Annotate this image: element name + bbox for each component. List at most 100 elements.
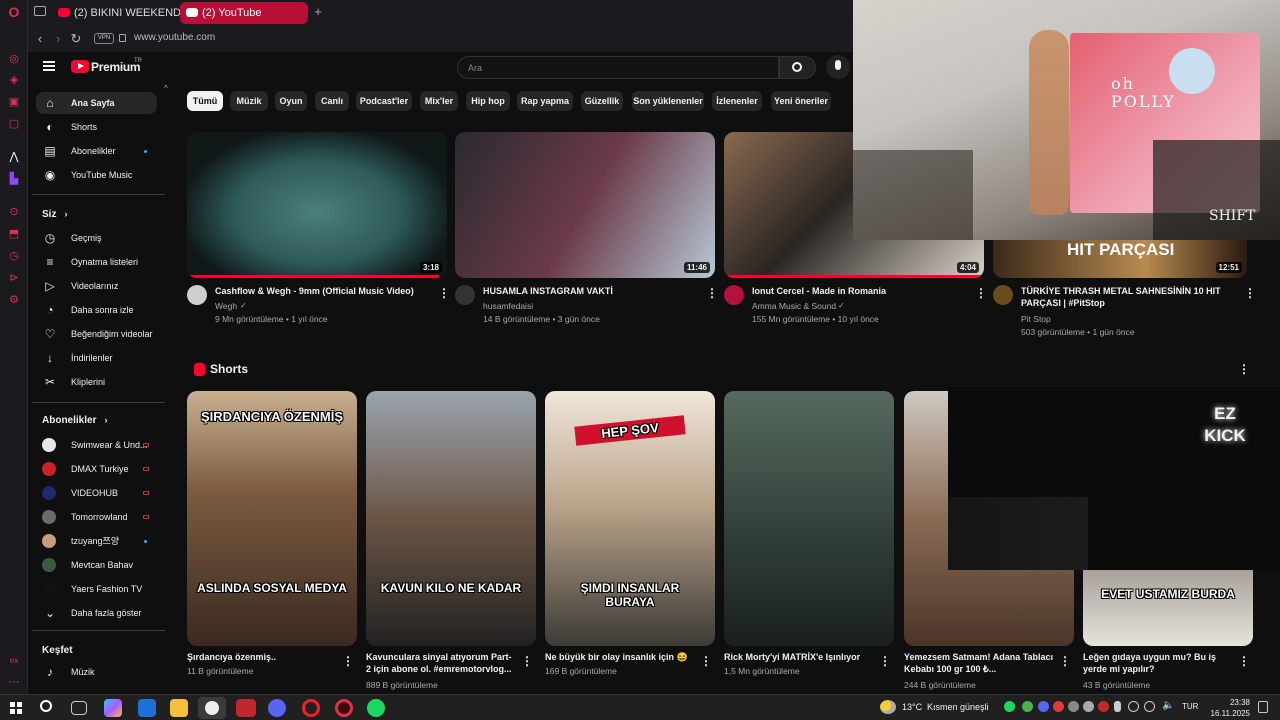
sidebar-subscriptions-heading[interactable]: Abonelikler › [42,415,107,426]
microphone-tray-icon[interactable] [1114,701,1121,712]
video-thumbnail[interactable]: 11:46 [455,132,715,278]
video-title[interactable]: Ionut Cercel - Made in Romania [752,285,972,297]
channel-avatar[interactable] [993,285,1013,305]
obs-icon[interactable] [198,697,226,719]
sidebar-item-download[interactable]: ↓ İndirilenler [36,347,157,369]
shorts-menu-icon[interactable]: ⋮ [1238,363,1250,375]
tab-bikini-weekend[interactable]: (2) BIKINI WEEKEND wate [52,2,198,24]
video-menu-icon[interactable]: ⋮ [1244,287,1256,299]
new-tab-button[interactable]: + [311,5,325,19]
chip-all[interactable]: Tümü [187,91,223,111]
sidebar-subscription-item[interactable]: Swimwear & Und... [36,434,157,456]
chip-filter[interactable]: Mix'ler [420,91,458,111]
short-menu-icon[interactable]: ⋮ [700,655,712,667]
tab-youtube[interactable]: (2) YouTube [180,2,308,24]
sidebar-item-shorts[interactable]: ◐ Shorts [36,116,157,138]
extensions-icon[interactable]: ex [7,654,21,668]
task-view-icon[interactable] [71,701,87,715]
video-menu-icon[interactable]: ⋮ [706,287,718,299]
sidebar-subscription-item[interactable]: Mevtcan Bahav [36,554,157,576]
search-input[interactable]: Ara [457,56,779,79]
sidebar-item-music[interactable]: ◉ YouTube Music [36,164,157,186]
chip-filter[interactable]: Müzik [230,91,268,111]
channel-avatar[interactable] [724,285,744,305]
notifications-icon[interactable] [1258,701,1268,713]
menu-icon[interactable] [43,61,55,71]
youtube-logo-icon[interactable] [71,60,89,73]
channel-name[interactable]: Amma Music & Sound [752,300,836,312]
pinboard-icon[interactable]: ⊳ [7,271,21,285]
tiktok-icon[interactable]: ⋀ [7,150,21,164]
forward-icon[interactable]: › [50,31,66,47]
sidebar-subscription-item[interactable]: VIDEOHUB [36,482,157,504]
show-more-button[interactable]: ⌄ Daha fazla göster [36,602,157,624]
video-title[interactable]: HUSAMLA INSTAGRAM VAKTİ [483,285,703,297]
settings-icon[interactable]: ⚙ [7,293,21,307]
sidebar-item-like[interactable]: ♡ Beğendiğim videolar [36,323,157,345]
search-taskbar-icon[interactable] [40,700,52,712]
discord-icon[interactable] [268,699,286,717]
sidebar-scroll-up-icon[interactable]: ^ [164,84,168,93]
tray-app-5-icon[interactable] [1098,701,1109,712]
instagram-icon[interactable]: ▢ [7,117,21,131]
player-icon[interactable]: ⊙ [7,205,21,219]
opera-taskbar-icon[interactable] [302,699,320,717]
history-sidebar-icon[interactable]: ◷ [7,249,21,263]
edge-icon[interactable] [138,699,156,717]
channel-avatar[interactable] [187,285,207,305]
channel-name[interactable]: husamfedaisi [483,300,533,312]
discord-tray-icon[interactable] [1038,701,1049,712]
more-icon[interactable]: ⋯ [7,675,21,689]
chip-filter[interactable]: Rap yapma [517,91,573,111]
video-menu-icon[interactable]: ⋮ [975,287,987,299]
sidebar-item-history[interactable]: ◷ Geçmiş [36,227,157,249]
chip-filter[interactable]: Podcast'ler [356,91,412,111]
video-editor-icon[interactable] [236,699,256,717]
short-title[interactable]: Rick Morty'yi MATRİX'e Işınlıyor [724,651,874,663]
tray-app-4-icon[interactable] [1083,701,1094,712]
chip-filter[interactable]: Hip hop [466,91,510,111]
network-icon[interactable] [1128,701,1139,712]
short-menu-icon[interactable]: ⋮ [879,655,891,667]
clock[interactable]: 23:38 16.11.2025 [1200,697,1250,719]
weather-icon[interactable] [880,700,896,714]
short-title[interactable]: Ne büyük bir olay insanlık için 😆 [545,651,695,663]
sidebar-you-heading[interactable]: Siz › [42,209,67,220]
short-title[interactable]: Kavunculara sinyal atıyorum Part-2 için … [366,651,516,675]
channel-avatar[interactable] [455,285,475,305]
tray-app-icon[interactable] [1022,701,1033,712]
sidebar-item-playlist[interactable]: ≡ Oynatma listeleri [36,251,157,273]
opera-gx-icon[interactable] [335,699,353,717]
sidebar-subscription-item[interactable]: Yaers Fashion TV [36,578,157,600]
chip-filter[interactable]: İzlenenler [712,91,762,111]
opera-logo-icon[interactable]: O [7,5,21,19]
sidebar-item-watch-later[interactable]: ◔ Daha sonra izle [36,299,157,321]
network-2-icon[interactable] [1144,701,1155,712]
reload-icon[interactable]: ↻ [68,31,84,47]
start-button[interactable] [10,702,22,714]
chip-filter[interactable]: Güzellik [581,91,623,111]
twitch-icon[interactable]: ▙ [7,172,21,186]
chip-filter[interactable]: Yeni öneriler [771,91,831,111]
channel-name[interactable]: Pit Stop [1021,313,1051,325]
short-menu-icon[interactable]: ⋮ [342,655,354,667]
chip-filter[interactable]: Son yüklenenler [632,91,704,111]
search-button[interactable] [779,56,816,79]
video-title[interactable]: Cashflow & Wegh - 9mm (Official Music Vi… [215,285,435,297]
short-menu-icon[interactable]: ⋮ [1238,655,1250,667]
sidebar-item-clips[interactable]: ✂ Kliplerini [36,371,157,393]
video-title[interactable]: TÜRKİYE THRASH METAL SAHNESİNİN 10 HIT P… [1021,285,1236,309]
chip-filter[interactable]: Canlı [315,91,349,111]
volume-icon[interactable]: 🔈 [1162,700,1174,711]
short-title[interactable]: Yemezsem Satmam! Adana Tablacı Kebabı 10… [904,651,1054,675]
sidebar-item-music-explore[interactable]: ♪ Müzik [36,661,157,683]
aria-icon[interactable]: ◎ [7,52,21,66]
sidebar-item-home[interactable]: ⌂ Ana Sayfa [36,92,157,114]
crypto-wallet-icon[interactable]: ◈ [7,73,21,87]
tray-app-2-icon[interactable] [1053,701,1064,712]
url-field[interactable]: www.youtube.com [134,32,215,43]
video-thumbnail[interactable]: 3:18 [187,132,447,278]
tray-app-3-icon[interactable] [1068,701,1079,712]
short-thumbnail[interactable]: ŞIRDANCIYA ÖZENMİŞ ASLINDA SOSYAL MEDYA [187,391,357,646]
video-menu-icon[interactable]: ⋮ [438,287,450,299]
